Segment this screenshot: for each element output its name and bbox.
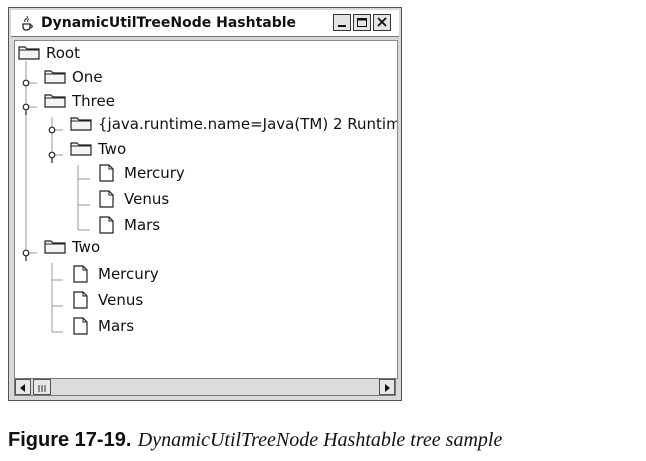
arrow-right-icon xyxy=(385,384,390,392)
tree-node-label: One xyxy=(72,68,103,86)
file-icon xyxy=(99,190,114,208)
close-icon xyxy=(377,17,387,27)
tree-node-label: Three xyxy=(72,92,115,110)
java-cup-icon xyxy=(22,15,33,31)
close-button[interactable] xyxy=(373,14,391,31)
figure-caption-text: DynamicUtilTreeNode Hashtable tree sampl… xyxy=(137,429,503,451)
folder-icon xyxy=(44,94,66,108)
tree-node-label: Mars xyxy=(98,317,135,335)
folder-icon xyxy=(44,240,66,254)
tree-node-label: Two xyxy=(98,140,127,158)
file-icon xyxy=(73,317,88,335)
tree-node-label: Two xyxy=(72,238,101,256)
title-bar[interactable]: DynamicUtilTreeNode Hashtable xyxy=(11,10,399,37)
folder-icon xyxy=(18,46,40,60)
tree-node-label: Root xyxy=(46,44,80,62)
folder-icon xyxy=(44,70,66,84)
tree-node-label: Mercury xyxy=(98,265,159,283)
app-window: DynamicUtilTreeNode Hashtable Root One T… xyxy=(8,7,402,401)
scroll-right-button[interactable] xyxy=(379,379,395,395)
figure-number: Figure 17-19. xyxy=(8,429,132,451)
file-icon xyxy=(73,265,88,283)
folder-icon xyxy=(70,117,92,131)
minimize-icon xyxy=(338,25,346,27)
tree-node-label: Mars xyxy=(124,216,161,234)
maximize-icon xyxy=(357,18,367,27)
maximize-button[interactable] xyxy=(353,14,371,31)
minimize-button[interactable] xyxy=(333,14,351,31)
file-icon xyxy=(73,291,88,309)
tree-node-label: Mercury xyxy=(124,164,185,182)
file-icon xyxy=(99,216,114,234)
folder-icon xyxy=(70,142,92,156)
tree-node-label: Venus xyxy=(124,190,170,208)
grip-icon xyxy=(38,385,46,392)
scroll-left-button[interactable] xyxy=(15,379,31,395)
tree-view[interactable]: Root One Three {java.runtime.name=Java(T… xyxy=(14,40,398,379)
window-title: DynamicUtilTreeNode Hashtable xyxy=(41,15,297,31)
scroll-thumb[interactable] xyxy=(33,379,51,395)
tree-node-label: Venus xyxy=(98,291,144,309)
horizontal-scrollbar[interactable] xyxy=(14,378,396,396)
file-icon xyxy=(99,164,114,182)
figure-caption: Figure 17-19. DynamicUtilTreeNode Hashta… xyxy=(8,427,502,452)
tree-node-label: {java.runtime.name=Java(TM) 2 Runtime E xyxy=(98,115,398,133)
arrow-left-icon xyxy=(20,384,25,392)
